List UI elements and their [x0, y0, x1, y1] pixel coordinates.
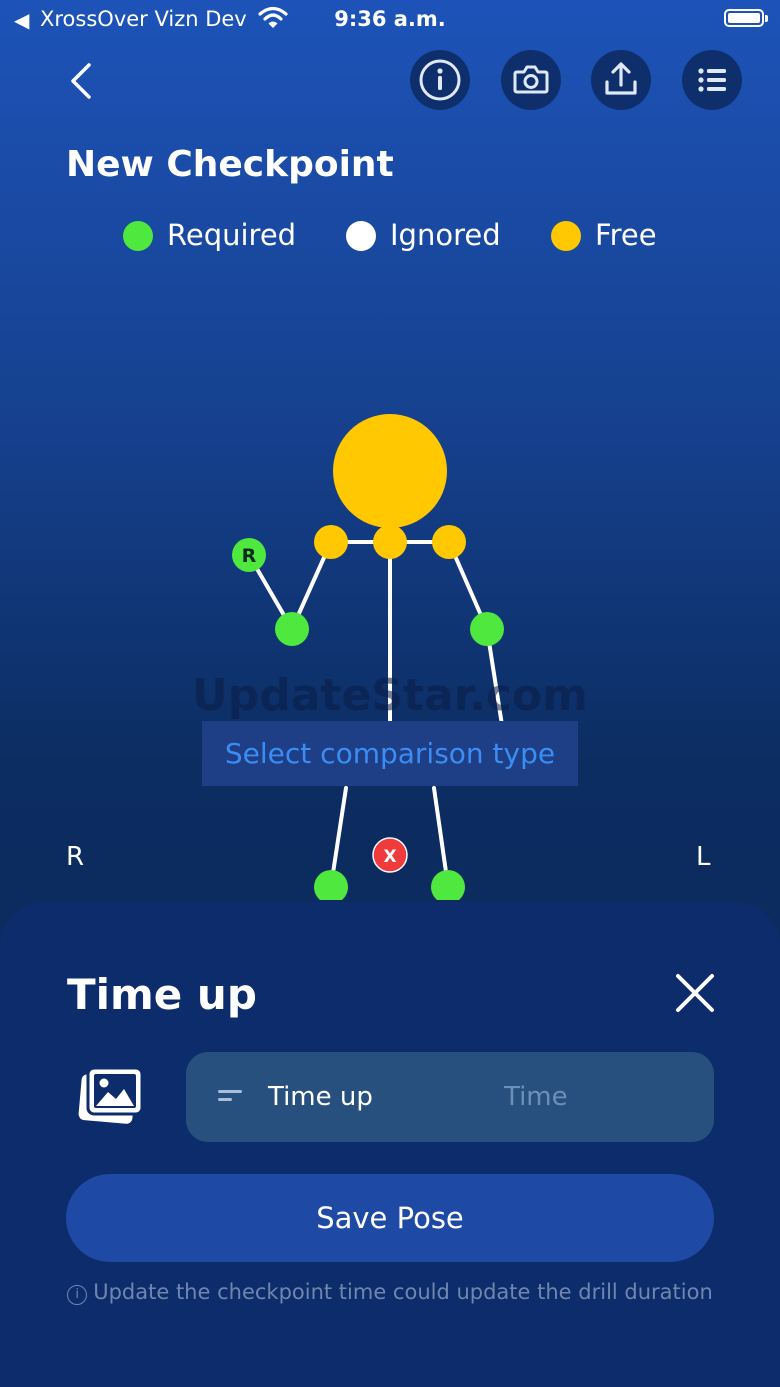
back-to-app-icon[interactable]: ◀ [14, 8, 29, 32]
right-elbow-joint[interactable] [275, 612, 309, 646]
page-title: New Checkpoint [66, 144, 394, 185]
save-pose-button[interactable]: Save Pose [66, 1174, 714, 1262]
pose-figure: R X [232, 414, 504, 900]
neck-joint[interactable] [373, 525, 407, 559]
time-field-value[interactable]: Time up [268, 1082, 373, 1112]
image-button[interactable] [78, 1066, 144, 1126]
legend-label-ignored: Ignored [390, 218, 501, 252]
list-icon [698, 68, 726, 92]
camera-icon [513, 65, 549, 94]
right-shoulder-joint[interactable] [314, 525, 348, 559]
close-button[interactable] [672, 970, 718, 1016]
right-knee-joint[interactable] [314, 870, 348, 900]
left-shoulder-joint[interactable] [432, 525, 466, 559]
list-button[interactable] [682, 50, 742, 110]
status-bar: ◀ XrossOver Vizn Dev 9:36 a.m. [0, 0, 780, 40]
legend-label-required: Required [167, 218, 297, 252]
info-button[interactable] [410, 50, 470, 110]
carrier-label: XrossOver Vizn Dev [40, 7, 247, 31]
footnote: i Update the checkpoint time could update… [0, 1280, 780, 1305]
share-icon [605, 62, 637, 95]
legend-dot-required [123, 221, 153, 251]
time-input-placeholder[interactable]: Time [504, 1082, 568, 1112]
right-marker-label: R [242, 545, 257, 567]
sheet-title: Time up [67, 970, 257, 1019]
side-label-left: L [696, 842, 711, 872]
legend-dot-ignored [346, 221, 376, 251]
battery-icon [724, 9, 764, 27]
footnote-text: Update the checkpoint time could update … [93, 1280, 713, 1304]
left-elbow-joint[interactable] [470, 612, 504, 646]
side-label-right: R [66, 842, 85, 872]
info-small-icon: i [67, 1285, 88, 1305]
remove-joint-glyph: X [383, 847, 396, 867]
close-icon [676, 974, 714, 1012]
chevron-left-icon [71, 63, 91, 99]
legend-dot-free [551, 221, 581, 251]
text-lines-icon [218, 1090, 242, 1101]
skeleton-lines [247, 540, 504, 888]
left-knee-joint[interactable] [431, 870, 465, 900]
wifi-icon [258, 6, 288, 28]
back-button[interactable] [60, 55, 104, 107]
camera-button[interactable] [501, 50, 561, 110]
battery-tip [765, 15, 768, 22]
select-comparison-type-button[interactable]: Select comparison type [202, 721, 578, 786]
legend: Required Ignored Free [0, 214, 780, 258]
legend-label-free: Free [595, 218, 657, 252]
head-joint[interactable] [333, 414, 447, 528]
info-icon [419, 59, 461, 101]
time-field[interactable]: Time up Time [186, 1052, 714, 1142]
share-button[interactable] [591, 50, 651, 110]
image-icon [78, 1066, 144, 1124]
